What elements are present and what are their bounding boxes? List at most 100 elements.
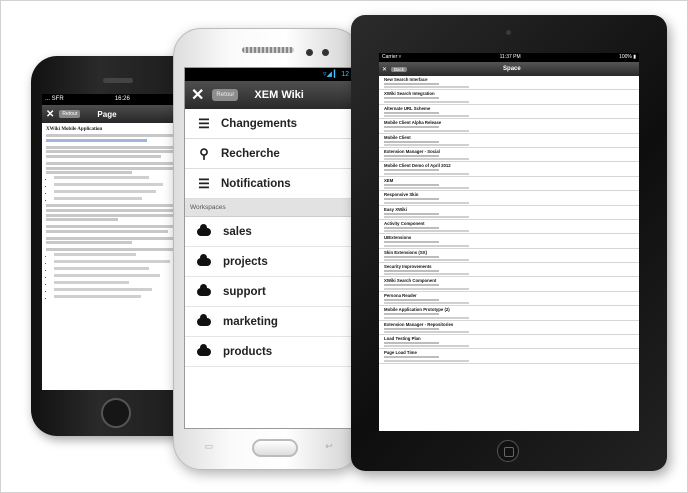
workspace-item-projects[interactable]: projects [185, 247, 353, 277]
list-item[interactable]: UIExtensions [379, 234, 639, 249]
list-item[interactable]: Responsive Skin [379, 191, 639, 206]
iphone-home-button[interactable] [101, 398, 131, 428]
list-item[interactable]: Activity Component [379, 220, 639, 235]
workspace-item-products[interactable]: products [185, 337, 353, 367]
camera-icon [322, 49, 329, 56]
list-item[interactable]: XWiki Search Component [379, 277, 639, 292]
text-line [46, 145, 188, 149]
list-item[interactable]: XEM [379, 177, 639, 192]
list-item-title: Skin Extensions (SX) [384, 249, 427, 255]
list-item [54, 253, 190, 258]
clock-label: 11:37 PM [499, 54, 521, 60]
android-status-bar: ▿◢ ▎ 12 [185, 68, 353, 81]
cloud-icon [197, 223, 211, 236]
android-screen: ▿◢ ▎ 12 ✕ Retour XEM Wiki ☰ Changements … [184, 67, 354, 429]
list-item [54, 267, 190, 272]
list-item-title: New Search Interface [384, 77, 428, 82]
list-item [54, 295, 190, 300]
list-item[interactable]: Mobile Client Alpha Release [379, 119, 639, 134]
menu-item-changes[interactable]: ☰ Changements [185, 109, 353, 139]
back-softkey-icon[interactable]: ↩ [324, 441, 334, 451]
bullet-list [54, 253, 190, 300]
list-item[interactable]: New Search Interface [379, 76, 639, 91]
list-item[interactable]: Security Improvements [379, 263, 639, 278]
list-item-title: XWiki Search Component [384, 278, 437, 284]
workspace-label: sales [223, 225, 252, 238]
back-button[interactable]: Retour [212, 89, 239, 101]
list-item-title: Mobile Application Prototype (2) [384, 307, 450, 313]
text-line [46, 241, 133, 245]
ipad-status-bar: Carrier ▿ 11:37 PM 100% ▮ [379, 53, 639, 62]
back-button[interactable]: Retour [59, 110, 81, 118]
text-line [46, 229, 169, 233]
menu-softkey-icon[interactable]: ▭ [204, 441, 214, 451]
android-device: ▿◢ ▎ 12 ✕ Retour XEM Wiki ☰ Changements … [173, 28, 361, 470]
menu-item-label: Recherche [221, 147, 280, 160]
list-item-title: Mobile Client [384, 134, 411, 140]
close-icon[interactable]: ✕ [46, 109, 54, 120]
ipad-home-button[interactable] [497, 440, 519, 462]
menu-item-search[interactable]: ⚲ Recherche [185, 139, 353, 169]
list-item-title: Easy XWiki [384, 206, 407, 212]
list-item[interactable]: Mobile Application Prototype (2) [379, 306, 639, 321]
list-item[interactable]: Load Testing Plan [379, 335, 639, 350]
text-line [46, 225, 186, 229]
list-item[interactable]: Persona Reader [379, 292, 639, 307]
page-content: XWiki Mobile Application [46, 127, 190, 387]
list-item [54, 197, 190, 202]
list-item[interactable]: Easy XWiki [379, 206, 639, 220]
close-icon[interactable]: ✕ [191, 85, 204, 105]
text-line [46, 208, 182, 212]
workspace-item-support[interactable]: support [185, 277, 353, 307]
cloud-icon [197, 283, 211, 296]
menu-item-notifications[interactable]: ☰ Notifications [185, 169, 353, 199]
android-nav-bar: ✕ Retour XEM Wiki [185, 81, 353, 109]
camera-icon [306, 49, 313, 56]
list-item[interactable]: XWiki Search Integration [379, 90, 639, 105]
iphone-nav-bar: ✕ Retour Page [42, 105, 194, 123]
cloud-icon [197, 343, 211, 356]
list-item-title: UIExtensions [384, 235, 412, 241]
workspaces-section-header: Workspaces [185, 199, 353, 217]
clock-label: 16:26 [114, 96, 130, 102]
list-item[interactable]: Page Load Time [379, 349, 639, 364]
carrier-label: ... SFR [45, 96, 64, 102]
list-item [54, 274, 190, 279]
list-item-title: XEM [384, 177, 394, 183]
text-link[interactable] [46, 138, 147, 142]
search-icon: ⚲ [199, 145, 209, 161]
list-item [54, 281, 190, 286]
text-line [46, 150, 183, 154]
list-item-title: Security Improvements [384, 264, 432, 270]
list-item[interactable]: Skin Extensions (SX) [379, 249, 639, 264]
list-item[interactable]: Alternate URL Scheme [379, 105, 639, 120]
list-item-title: Alternate URL Scheme [384, 105, 431, 111]
cloud-icon [197, 253, 211, 266]
text-line [46, 134, 176, 138]
list-icon: ☰ [198, 175, 210, 191]
text-line [46, 161, 186, 165]
text-line [46, 218, 118, 222]
workspace-label: marketing [223, 315, 278, 328]
text-line [46, 154, 162, 158]
menu-item-label: Notifications [221, 177, 291, 190]
back-button[interactable]: Back [391, 66, 408, 72]
list-item [54, 176, 190, 181]
iphone-speaker [103, 78, 133, 83]
android-home-button[interactable] [252, 439, 298, 457]
list-item-title: Mobile Client Demo of April 2012 [384, 163, 451, 169]
workspace-item-marketing[interactable]: marketing [185, 307, 353, 337]
page-title: Page [97, 109, 117, 119]
list-item[interactable]: Mobile Client Demo of April 2012 [379, 162, 639, 177]
workspace-item-sales[interactable]: sales [185, 217, 353, 247]
list-item-title: Activity Component [384, 220, 425, 226]
page-title: Space [503, 66, 521, 72]
text-line [46, 213, 173, 217]
list-item[interactable]: Mobile Client [379, 134, 639, 148]
close-icon[interactable]: ✕ [382, 66, 387, 73]
iphone-status-bar: ... SFR 16:26 ✱ ▮ [42, 94, 194, 105]
list-item-title: Mobile Client Alpha Release [384, 120, 442, 126]
list-item[interactable]: Extension Manager - Social [379, 148, 639, 163]
list-item-title: XWiki Search Integration [384, 91, 435, 97]
list-item[interactable]: Extension Manager - Repositories [379, 321, 639, 336]
